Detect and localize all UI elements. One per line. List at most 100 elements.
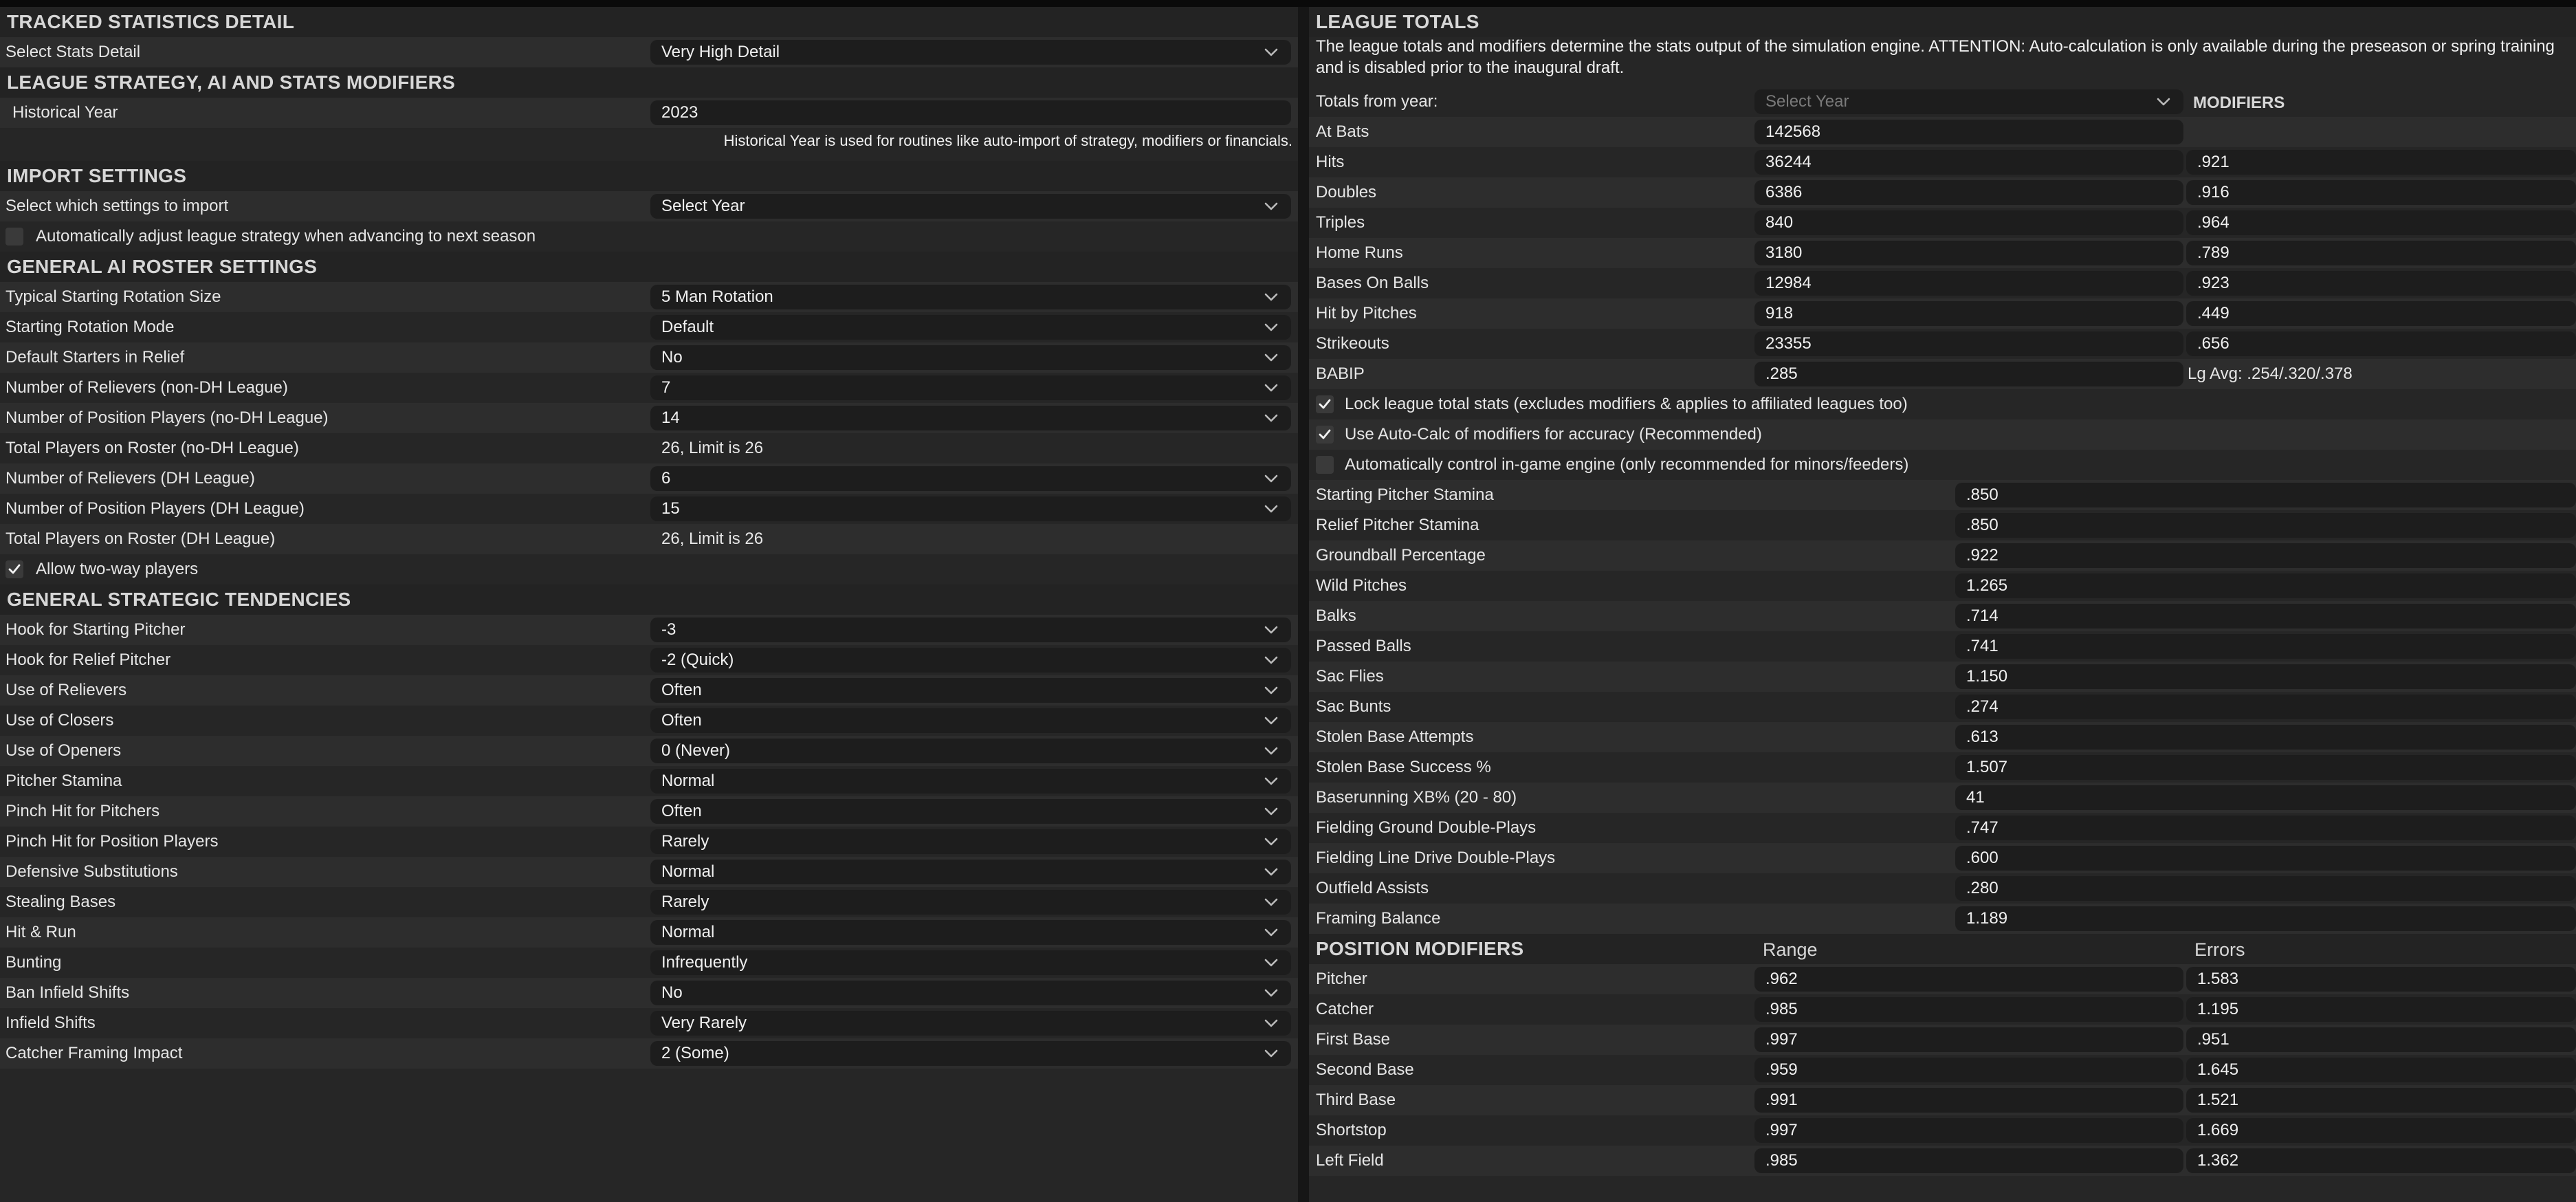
chevron-down-icon <box>1264 45 1279 60</box>
auto-adjust-strategy-checkbox[interactable] <box>5 228 23 245</box>
engine-modifier-input[interactable]: .747 <box>1955 816 2576 840</box>
position-errors-input[interactable]: 1.645 <box>2186 1058 2576 1082</box>
league-total-input[interactable]: 12984 <box>1754 271 2183 296</box>
tendency-dropdown[interactable]: Often <box>650 799 1291 824</box>
dropdown-value: Normal <box>661 923 715 941</box>
position-errors-input[interactable]: 1.195 <box>2186 997 2576 1022</box>
league-total-input[interactable]: 23355 <box>1754 331 2183 356</box>
position-range-input[interactable]: .997 <box>1754 1118 2183 1143</box>
tendency-dropdown[interactable]: Infrequently <box>650 950 1291 975</box>
league-total-input[interactable]: 142568 <box>1754 120 2183 144</box>
field-value: .922 <box>1966 546 1999 565</box>
tendency-dropdown[interactable]: Very Rarely <box>650 1011 1291 1036</box>
tendency-dropdown[interactable]: Normal <box>650 769 1291 794</box>
tendency-dropdown[interactable]: 0 (Never) <box>650 739 1291 763</box>
field-value: .714 <box>1966 607 1999 625</box>
engine-modifier-input[interactable]: .274 <box>1955 695 2576 719</box>
tendency-dropdown[interactable]: Often <box>650 678 1291 703</box>
left-settings-panel: TRACKED STATISTICS DETAIL Select Stats De… <box>0 7 1298 1202</box>
engine-modifier-input[interactable]: .280 <box>1955 876 2576 901</box>
chevron-down-icon <box>1264 471 1279 486</box>
roster-setting-dropdown[interactable]: No <box>650 345 1291 370</box>
allow-two-way-checkbox[interactable] <box>5 560 23 578</box>
totals-from-year-label: Totals from year: <box>1316 92 1438 111</box>
position-errors-input[interactable]: 1.521 <box>2186 1088 2576 1113</box>
engine-modifier-input[interactable]: .714 <box>1955 604 2576 629</box>
league-total-input[interactable]: 918 <box>1754 301 2183 326</box>
dropdown-value: Normal <box>661 772 715 790</box>
league-total-input[interactable]: 3180 <box>1754 241 2183 265</box>
position-range-input[interactable]: .991 <box>1754 1088 2183 1113</box>
field-value: 1.669 <box>2197 1121 2239 1139</box>
stats-detail-dropdown[interactable]: Very High Detail <box>650 40 1291 65</box>
babip-input[interactable]: .285 <box>1754 362 2183 386</box>
historical-year-input[interactable]: 2023 <box>650 100 1291 125</box>
engine-modifier-input[interactable]: .922 <box>1955 543 2576 568</box>
league-modifier-input[interactable]: .964 <box>2186 210 2576 235</box>
chevron-down-icon <box>1264 683 1279 698</box>
position-errors-input[interactable]: .951 <box>2186 1027 2576 1052</box>
dropdown-value: Very Rarely <box>661 1014 747 1032</box>
league-average-text: Lg Avg: .254/.320/.378 <box>2188 364 2353 383</box>
tendency-label: Catcher Framing Impact <box>5 1044 183 1062</box>
engine-modifier-input[interactable]: 41 <box>1955 785 2576 810</box>
league-option-checkbox[interactable] <box>1316 426 1334 444</box>
engine-modifier-input[interactable]: 1.265 <box>1955 573 2576 598</box>
position-range-input[interactable]: .962 <box>1754 967 2183 992</box>
league-option-checkbox[interactable] <box>1316 395 1334 413</box>
league-modifier-input[interactable]: .789 <box>2186 241 2576 265</box>
league-total-input[interactable]: 840 <box>1754 210 2183 235</box>
league-option-checkbox[interactable] <box>1316 456 1334 474</box>
tendency-label: Defensive Substitutions <box>5 862 178 881</box>
roster-setting-dropdown[interactable]: 6 <box>650 466 1291 491</box>
position-errors-input[interactable]: 1.669 <box>2186 1118 2576 1143</box>
engine-modifier-input[interactable]: 1.189 <box>1955 906 2576 931</box>
tendency-label: Stealing Bases <box>5 893 116 911</box>
chevron-down-icon <box>2156 94 2171 109</box>
tendency-dropdown[interactable]: -3 <box>650 618 1291 642</box>
tendency-dropdown[interactable]: 2 (Some) <box>650 1041 1291 1066</box>
engine-modifier-input[interactable]: 1.150 <box>1955 664 2576 689</box>
position-range-input[interactable]: .985 <box>1754 1148 2183 1173</box>
engine-modifier-input[interactable]: 1.507 <box>1955 755 2576 780</box>
league-total-input[interactable]: 6386 <box>1754 180 2183 205</box>
tendency-dropdown[interactable]: Rarely <box>650 890 1291 915</box>
field-value: .997 <box>1765 1030 1798 1049</box>
league-modifier-input[interactable]: .923 <box>2186 271 2576 296</box>
roster-setting-dropdown[interactable]: 15 <box>650 496 1291 521</box>
roster-setting-dropdown[interactable]: Default <box>650 315 1291 340</box>
league-modifier-input[interactable]: .656 <box>2186 331 2576 356</box>
position-range-input[interactable]: .985 <box>1754 997 2183 1022</box>
tendency-label: Infield Shifts <box>5 1014 96 1032</box>
field-value: .747 <box>1966 818 1999 837</box>
tendency-dropdown[interactable]: Normal <box>650 860 1291 884</box>
chevron-down-icon <box>1264 501 1279 516</box>
roster-setting-dropdown[interactable]: 7 <box>650 375 1291 400</box>
tendency-dropdown[interactable]: Normal <box>650 920 1291 945</box>
engine-modifier-input[interactable]: .850 <box>1955 513 2576 538</box>
league-modifier-input[interactable]: .449 <box>2186 301 2576 326</box>
position-errors-input[interactable]: 1.583 <box>2186 967 2576 992</box>
engine-modifier-input[interactable]: .850 <box>1955 483 2576 507</box>
tendency-dropdown[interactable]: Often <box>650 708 1291 733</box>
engine-modifier-input[interactable]: .600 <box>1955 846 2576 871</box>
tendency-label: Use of Openers <box>5 741 122 760</box>
section-header-strategic-tendencies: GENERAL STRATEGIC TENDENCIES <box>0 584 1298 615</box>
tendency-dropdown[interactable]: No <box>650 981 1291 1005</box>
position-range-input[interactable]: .959 <box>1754 1058 2183 1082</box>
engine-modifier-input[interactable]: .741 <box>1955 634 2576 659</box>
engine-modifier-input[interactable]: .613 <box>1955 725 2576 750</box>
totals-from-year-dropdown[interactable]: Select Year <box>1754 89 2183 114</box>
position-errors-input[interactable]: 1.362 <box>2186 1148 2576 1173</box>
league-total-input[interactable]: 36244 <box>1754 150 2183 175</box>
import-year-dropdown[interactable]: Select Year <box>650 194 1291 219</box>
league-modifier-input[interactable]: .916 <box>2186 180 2576 205</box>
league-modifier-input[interactable]: .921 <box>2186 150 2576 175</box>
field-value: .916 <box>2197 183 2230 201</box>
position-range-input[interactable]: .997 <box>1754 1027 2183 1052</box>
roster-setting-dropdown[interactable]: 5 Man Rotation <box>650 285 1291 309</box>
roster-setting-dropdown[interactable]: 14 <box>650 406 1291 430</box>
tendency-dropdown[interactable]: -2 (Quick) <box>650 648 1291 673</box>
tendency-dropdown[interactable]: Rarely <box>650 829 1291 854</box>
dropdown-value: 14 <box>661 408 680 427</box>
